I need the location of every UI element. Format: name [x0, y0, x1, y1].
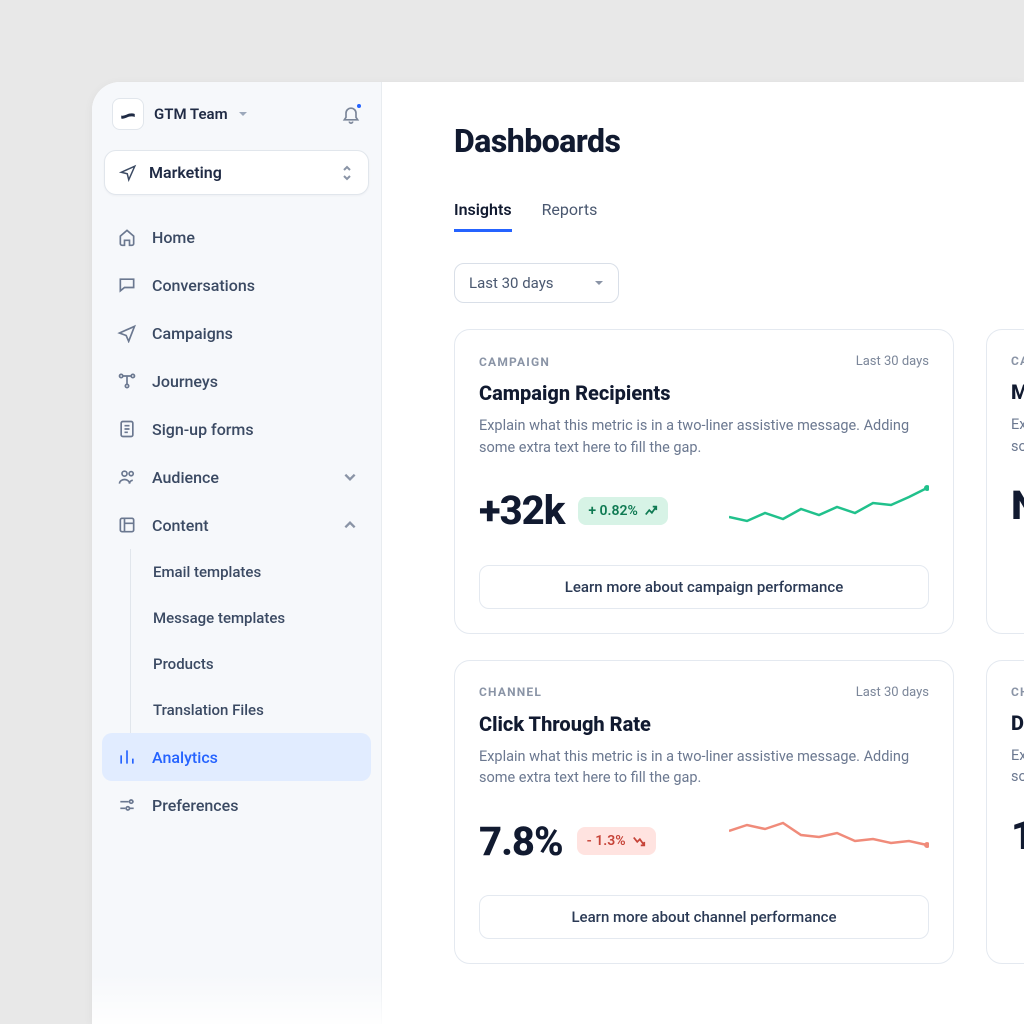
- nav-item-campaigns[interactable]: Campaigns: [102, 309, 371, 357]
- app-shell: GTM Team Marketing: [92, 82, 1024, 1024]
- people-icon: [116, 467, 138, 487]
- sidebar: GTM Team Marketing: [92, 82, 382, 1024]
- cards-row: CAMPAIGN Last 30 days Campaign Recipient…: [454, 329, 1024, 634]
- nav-item-analytics[interactable]: Analytics: [102, 733, 371, 781]
- nav-item-journeys[interactable]: Journeys: [102, 357, 371, 405]
- send-icon: [116, 323, 138, 343]
- space-selector[interactable]: Marketing: [104, 150, 369, 195]
- card-range: Last 30 days: [856, 685, 929, 700]
- date-range-label: Last 30 days: [469, 274, 554, 292]
- paper-plane-icon: [119, 164, 137, 182]
- trend-up-icon: [644, 504, 658, 518]
- delta-badge-down: - 1.3%: [577, 827, 656, 855]
- delta-value: - 1.3%: [587, 833, 626, 849]
- tabs: Insights Reports: [454, 200, 1024, 233]
- main-content: Dashboards Insights Reports Last 30 days…: [382, 82, 1024, 1024]
- nav-label: Conversations: [152, 276, 255, 295]
- subnav-products[interactable]: Products: [135, 641, 371, 687]
- nav-label: Home: [152, 228, 195, 247]
- primary-nav: Home Conversations Campaigns Journeys Si…: [92, 203, 381, 829]
- card-eyebrow: CH: [1011, 685, 1021, 699]
- card-title: Click Through Rate: [479, 712, 929, 736]
- nav-label: Audience: [152, 468, 219, 487]
- nav-label: Preferences: [152, 796, 238, 815]
- delta-value: + 0.82%: [588, 503, 637, 519]
- metric-value: +32k: [479, 487, 564, 534]
- card-eyebrow: CHANNEL: [479, 685, 542, 699]
- notification-dot-icon: [355, 102, 363, 110]
- layout-icon: [116, 515, 138, 535]
- content-subnav: Email templates Message templates Produc…: [130, 549, 371, 733]
- sort-updown-icon: [340, 164, 354, 182]
- subnav-translation-files[interactable]: Translation Files: [135, 687, 371, 733]
- cards-row: CHANNEL Last 30 days Click Through Rate …: [454, 660, 1024, 965]
- card-peek-right: CA M Exso N: [986, 329, 1024, 634]
- home-icon: [116, 227, 138, 247]
- workspace-logo-icon: [112, 98, 144, 130]
- nav-item-content[interactable]: Content: [102, 501, 371, 549]
- page-title: Dashboards: [454, 122, 1024, 160]
- card-title: D: [1011, 711, 1021, 735]
- tab-insights[interactable]: Insights: [454, 200, 512, 232]
- card-cta-button[interactable]: Learn more about campaign performance: [479, 565, 929, 609]
- card-eyebrow: CA: [1011, 354, 1021, 368]
- bar-chart-icon: [116, 747, 138, 767]
- nav-label: Analytics: [152, 748, 218, 767]
- card-peek-right: CH D Exso 1: [986, 660, 1024, 965]
- metric-value: 7.8%: [479, 818, 563, 865]
- card-description: Exso: [1011, 745, 1021, 789]
- card-description: Explain what this metric is in a two-lin…: [479, 415, 929, 459]
- card-title: Campaign Recipients: [479, 381, 929, 405]
- workspace-switcher[interactable]: GTM Team: [92, 82, 381, 134]
- metric-value: 1: [1011, 812, 1021, 859]
- nav-item-signup-forms[interactable]: Sign-up forms: [102, 405, 371, 453]
- card-range: Last 30 days: [856, 354, 929, 369]
- card-description: Exso: [1011, 414, 1021, 458]
- chat-icon: [116, 275, 138, 295]
- nav-item-preferences[interactable]: Preferences: [102, 781, 371, 829]
- trend-down-icon: [632, 834, 646, 848]
- space-selector-label: Marketing: [149, 163, 222, 182]
- workspace-name: GTM Team: [154, 105, 228, 123]
- card-title: M: [1011, 380, 1021, 404]
- notifications-bell-icon[interactable]: [341, 104, 361, 124]
- sliders-icon: [116, 795, 138, 815]
- caret-down-icon: [594, 278, 604, 288]
- card-campaign-recipients: CAMPAIGN Last 30 days Campaign Recipient…: [454, 329, 954, 634]
- sparkline-down: [729, 813, 929, 869]
- tab-reports[interactable]: Reports: [542, 200, 598, 232]
- chevron-down-icon: [343, 470, 357, 484]
- caret-down-icon: [238, 109, 248, 119]
- nav-label: Content: [152, 516, 209, 535]
- subnav-message-templates[interactable]: Message templates: [135, 595, 371, 641]
- form-icon: [116, 419, 138, 439]
- nav-label: Sign-up forms: [152, 420, 254, 439]
- flow-icon: [116, 371, 138, 391]
- metric-value: N: [1011, 482, 1021, 529]
- sparkline-up: [729, 483, 929, 539]
- nav-label: Campaigns: [152, 324, 233, 343]
- date-range-select[interactable]: Last 30 days: [454, 263, 619, 303]
- nav-label: Journeys: [152, 372, 218, 391]
- nav-item-home[interactable]: Home: [102, 213, 371, 261]
- card-cta-button[interactable]: Learn more about channel performance: [479, 895, 929, 939]
- delta-badge-up: + 0.82%: [578, 497, 667, 525]
- card-eyebrow: CAMPAIGN: [479, 355, 550, 369]
- nav-item-audience[interactable]: Audience: [102, 453, 371, 501]
- card-click-through-rate: CHANNEL Last 30 days Click Through Rate …: [454, 660, 954, 965]
- nav-item-conversations[interactable]: Conversations: [102, 261, 371, 309]
- card-description: Explain what this metric is in a two-lin…: [479, 746, 929, 790]
- subnav-email-templates[interactable]: Email templates: [135, 549, 371, 595]
- chevron-up-icon: [343, 518, 357, 532]
